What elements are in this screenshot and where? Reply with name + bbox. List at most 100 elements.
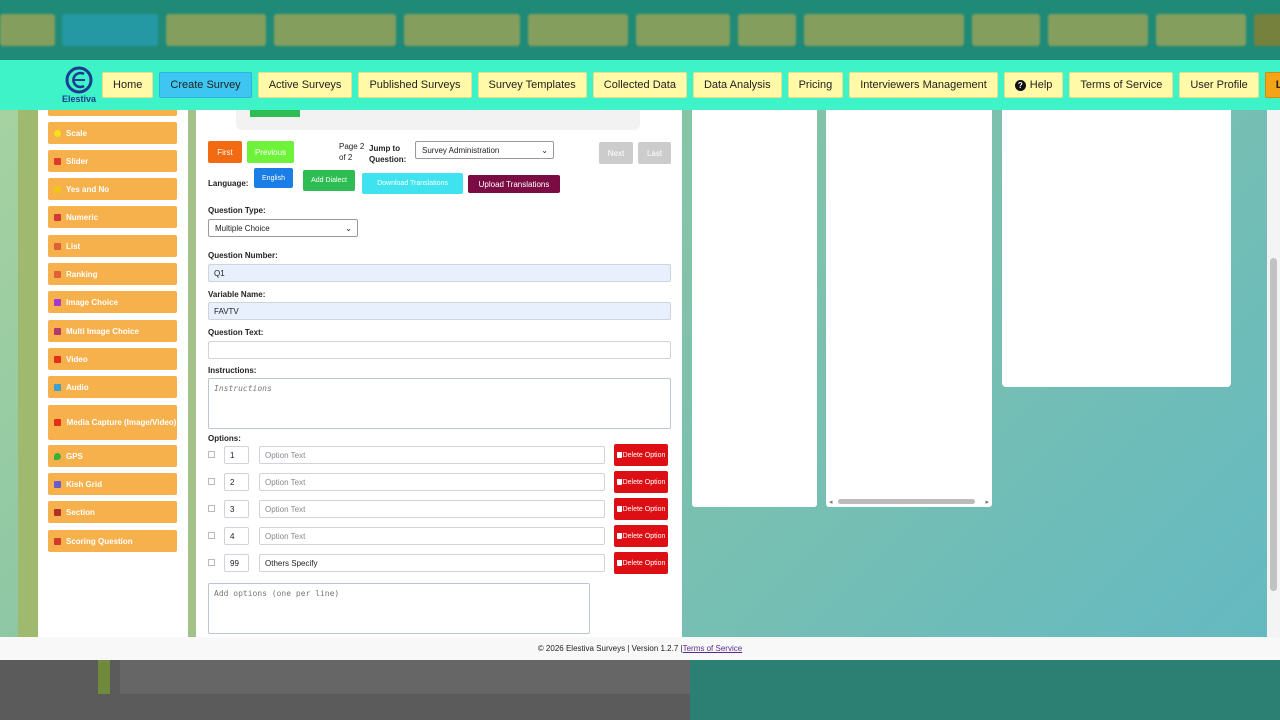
nav-data-analysis[interactable]: Data Analysis	[692, 72, 782, 98]
instructions-textarea[interactable]: Instructions	[208, 378, 671, 429]
option-text-input[interactable]: Option Text	[259, 473, 605, 491]
nav-help[interactable]: ? Help	[1003, 72, 1064, 98]
option-text-input[interactable]: Option Text	[259, 527, 605, 545]
delete-option-button[interactable]: Delete Option	[614, 498, 668, 520]
preview-column-1	[692, 110, 817, 507]
sidebar-item-label: Section	[66, 507, 95, 517]
nav-home[interactable]: Home	[102, 72, 154, 98]
nav-create-survey[interactable]: Create Survey	[159, 72, 252, 98]
sidebar-item-numeric[interactable]: Numeric	[48, 206, 177, 228]
layers-icon	[54, 508, 61, 516]
sidebar-item-gps[interactable]: GPS	[48, 445, 177, 467]
sidebar-item-label: List	[66, 241, 81, 251]
images-icon	[54, 327, 61, 335]
thumbs-up-icon	[54, 185, 61, 193]
delete-option-button[interactable]: Delete Option	[614, 444, 668, 466]
jump-to-question-select[interactable]: Survey Administration ⌄	[415, 141, 554, 159]
sidebar-item-ranking[interactable]: Ranking	[48, 263, 177, 285]
sidebar-item-section[interactable]: Section	[48, 501, 177, 523]
option-code-input[interactable]: 2	[224, 473, 249, 491]
variable-name-label: Variable Name:	[208, 290, 266, 299]
question-type-label: Question Type:	[208, 206, 266, 215]
nav-survey-templates[interactable]: Survey Templates	[477, 72, 587, 98]
sidebar-item-media-capture[interactable]: Media Capture (Image/Video)	[48, 405, 177, 440]
sidebar-item-list[interactable]: List	[48, 235, 177, 257]
jump-to-label-line1: Jump to	[369, 144, 401, 153]
trash-icon	[616, 452, 622, 458]
question-type-value: Multiple Choice	[215, 223, 270, 233]
trash-icon	[616, 560, 622, 566]
nav-interviewers-management[interactable]: Interviewers Management	[849, 72, 998, 98]
scoring-icon	[54, 537, 61, 545]
sidebar-item-audio[interactable]: Audio	[48, 376, 177, 398]
chevron-down-icon: ⌄	[541, 146, 548, 155]
bulk-options-textarea[interactable]: Add options (one per line)	[208, 583, 590, 634]
option-text-input[interactable]: Option Text	[259, 446, 605, 464]
first-page-button[interactable]: First	[208, 141, 242, 163]
upload-translations-button[interactable]: Upload Translations	[468, 175, 560, 193]
blurred-background-top	[0, 0, 1280, 60]
sidebar-item-video[interactable]: Video	[48, 348, 177, 370]
option-checkbox[interactable]	[208, 559, 215, 566]
jump-to-label: Jump to Question:	[369, 143, 406, 165]
video-icon	[54, 355, 61, 363]
option-code-input[interactable]: 4	[224, 527, 249, 545]
logout-button[interactable]: Logout	[1264, 72, 1280, 98]
terms-of-service-link[interactable]: Terms of Service	[683, 644, 743, 653]
delete-option-button[interactable]: Delete Option	[614, 525, 668, 547]
nav-user-profile[interactable]: User Profile	[1179, 72, 1259, 98]
sidebar-item-label: Kish Grid	[66, 479, 103, 489]
instructions-label: Instructions:	[208, 366, 257, 375]
top-navigation: Elestiva Home Create Survey Active Surve…	[0, 60, 1280, 110]
logo[interactable]: Elestiva	[62, 66, 96, 104]
trash-icon	[616, 533, 622, 539]
option-checkbox[interactable]	[208, 451, 215, 458]
option-text-input[interactable]: Option Text	[259, 500, 605, 518]
sidebar-item-image-choice[interactable]: Image Choice	[48, 291, 177, 313]
footer-text: © 2026 Elestiva Surveys | Version 1.2.7 …	[537, 644, 683, 653]
option-code-input[interactable]: 3	[224, 500, 249, 518]
scale-icon	[54, 129, 61, 137]
add-dialect-button[interactable]: Add Dialect	[303, 170, 355, 191]
delete-option-button[interactable]: Delete Option	[614, 471, 668, 493]
sidebar-item-scoring-question[interactable]: Scoring Question	[48, 530, 177, 552]
nav-active-surveys[interactable]: Active Surveys	[257, 72, 353, 98]
sidebar-item-slider[interactable]: Slider	[48, 150, 177, 172]
option-text-input[interactable]: Others Specify	[259, 554, 605, 572]
download-translations-button[interactable]: Download Translations	[362, 173, 463, 194]
option-checkbox[interactable]	[208, 505, 215, 512]
trash-icon	[616, 479, 622, 485]
question-number-input[interactable]: Q1	[208, 264, 671, 282]
scroll-right-icon[interactable]: ▸	[985, 498, 989, 506]
previous-card	[236, 110, 640, 130]
left-margin	[18, 110, 38, 637]
question-text-input[interactable]	[208, 341, 671, 359]
last-page-button[interactable]: Last	[638, 142, 671, 164]
option-code-input[interactable]: 1	[224, 446, 249, 464]
horizontal-scrollbar[interactable]	[838, 499, 975, 504]
vertical-scrollbar-thumb[interactable]	[1270, 258, 1277, 591]
sidebar-item-multi-image-choice[interactable]: Multi Image Choice	[48, 320, 177, 342]
jump-to-label-line2: Question:	[369, 155, 407, 164]
nav-collected-data[interactable]: Collected Data	[592, 72, 687, 98]
next-page-button[interactable]: Next	[599, 142, 633, 164]
camera-icon	[54, 419, 61, 426]
variable-name-input[interactable]: FAVTV	[208, 302, 671, 320]
nav-pricing[interactable]: Pricing	[787, 72, 844, 98]
option-checkbox[interactable]	[208, 532, 215, 539]
english-language-button[interactable]: English	[254, 168, 293, 188]
question-text-label: Question Text:	[208, 328, 264, 337]
previous-page-button[interactable]: Previous	[247, 141, 294, 163]
delete-option-button[interactable]: Delete Option	[614, 552, 668, 574]
nav-published-surveys[interactable]: Published Surveys	[358, 72, 472, 98]
sidebar-item-scale[interactable]: Scale	[48, 122, 177, 144]
nav-terms-of-service[interactable]: Terms of Service	[1069, 72, 1174, 98]
sidebar-item-kish-grid[interactable]: Kish Grid	[48, 473, 177, 495]
users-icon	[54, 480, 61, 488]
option-code-input[interactable]: 99	[224, 554, 249, 572]
app-window: Elestiva Home Create Survey Active Surve…	[0, 60, 1280, 660]
sidebar-item-yes-no[interactable]: Yes and No	[48, 178, 177, 200]
option-checkbox[interactable]	[208, 478, 215, 485]
scroll-left-icon[interactable]: ◂	[829, 498, 833, 506]
question-type-select[interactable]: Multiple Choice ⌄	[208, 219, 358, 237]
